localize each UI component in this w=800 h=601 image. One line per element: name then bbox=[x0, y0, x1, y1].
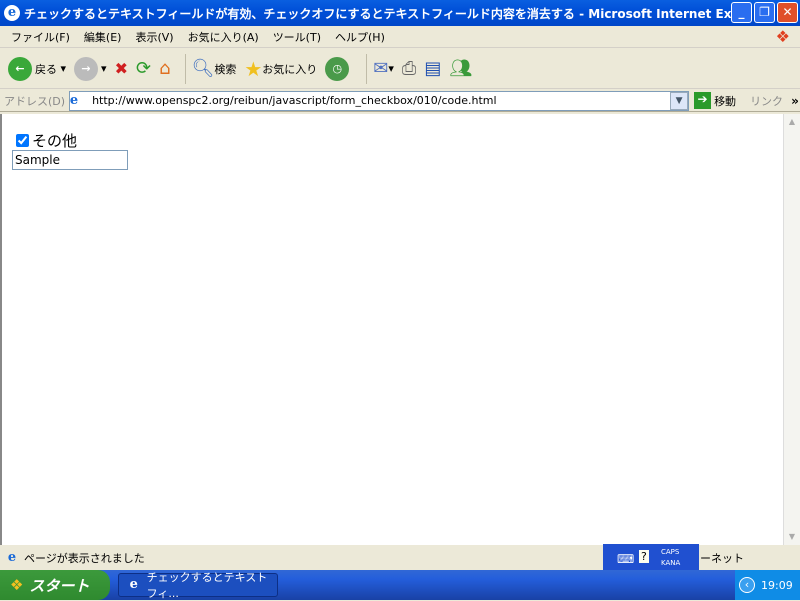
window-title: チェックするとテキストフィールドが有効、チェックオフにするとテキストフィールド内… bbox=[24, 6, 744, 21]
search-button[interactable]: 🔍︎ 検索 bbox=[192, 58, 237, 79]
menu-tools[interactable]: ツール(T) bbox=[273, 29, 321, 45]
forward-button[interactable]: → ▾ bbox=[74, 56, 107, 81]
separator bbox=[366, 53, 368, 84]
print-button[interactable]: ⎙ bbox=[402, 58, 416, 79]
other-text-field[interactable] bbox=[12, 150, 128, 170]
start-label: スタート bbox=[29, 576, 90, 595]
back-button[interactable]: ← 戻る ▾ bbox=[8, 56, 66, 81]
stop-icon: ✖ bbox=[114, 59, 128, 78]
ime-toolbar[interactable]: ⌨ ? CAPS KANA bbox=[603, 544, 699, 572]
scroll-up-icon[interactable]: ▲ bbox=[784, 114, 800, 130]
back-label: 戻る bbox=[35, 62, 57, 76]
address-input[interactable] bbox=[69, 90, 690, 111]
stop-button[interactable]: ✖ bbox=[115, 59, 128, 78]
back-arrow-icon: ← bbox=[8, 56, 32, 81]
address-bar: アドレス(D) e ▼ ➔移動 リンク » bbox=[0, 90, 800, 112]
other-checkbox[interactable] bbox=[16, 134, 29, 147]
go-button[interactable]: ➔ 移動 bbox=[694, 92, 736, 109]
minimize-button[interactable]: _ bbox=[731, 2, 752, 23]
kana-indicator: KANA bbox=[661, 559, 681, 567]
title-bar: e チェックするとテキストフィールドが有効、チェックオフにするとテキストフィール… bbox=[0, 0, 800, 26]
messenger-button[interactable]: 👥︎ bbox=[449, 58, 472, 79]
task-label: チェックするとテキストフィ... bbox=[146, 571, 268, 600]
menu-favorites[interactable]: お気に入り(A) bbox=[188, 29, 259, 45]
chevron-right-icon[interactable]: » bbox=[791, 94, 799, 108]
zone-text: ーネット bbox=[700, 552, 744, 565]
page-status-icon: e bbox=[7, 550, 17, 565]
scroll-down-icon[interactable]: ▼ bbox=[784, 529, 800, 545]
address-dropdown-icon[interactable]: ▼ bbox=[670, 91, 689, 110]
windows-flag-icon: ❖ bbox=[10, 576, 24, 594]
restore-button[interactable]: ❐ bbox=[754, 2, 775, 23]
menu-file[interactable]: ファイル(F) bbox=[11, 29, 70, 45]
links-button[interactable]: リンク bbox=[750, 93, 783, 109]
mail-icon: ✉ bbox=[373, 58, 389, 79]
close-button[interactable]: ✕ bbox=[777, 2, 798, 23]
clock: 19:09 bbox=[761, 578, 793, 592]
menu-view[interactable]: 表示(V) bbox=[135, 29, 173, 45]
refresh-icon: ⟳ bbox=[135, 58, 152, 79]
menu-edit[interactable]: 編集(E) bbox=[84, 29, 122, 45]
favorites-label: お気に入り bbox=[262, 62, 318, 76]
taskbar-ie-window[interactable]: e チェックするとテキストフィ... bbox=[118, 571, 278, 600]
home-button[interactable]: ⌂ bbox=[159, 58, 170, 79]
menu-help[interactable]: ヘルプ(H) bbox=[335, 29, 385, 45]
caps-indicator: CAPS bbox=[661, 548, 680, 556]
address-label: アドレス(D) bbox=[4, 94, 66, 108]
go-arrow-icon: ➔ bbox=[694, 92, 712, 109]
home-icon: ⌂ bbox=[159, 58, 171, 79]
separator bbox=[184, 53, 186, 84]
page-content: その他 bbox=[0, 114, 783, 545]
menu-bar: ファイル(F) 編集(E) 表示(V) お気に入り(A) ツール(T) ヘルプ(… bbox=[0, 26, 800, 48]
system-tray: ‹ 19:09 bbox=[735, 570, 800, 600]
history-button[interactable]: ◷ bbox=[325, 56, 352, 81]
help-icon[interactable]: ? bbox=[639, 550, 649, 563]
favorites-button[interactable]: ★ お気に入り bbox=[244, 57, 317, 81]
toolbar: ← 戻る ▾ → ▾ ✖ ⟳ ⌂ 🔍︎ 検索 ★ お気に入り ◷ ✉ ▾ ⎙ ▤ 👥︎ bbox=[0, 49, 800, 89]
checkbox-label: その他 bbox=[32, 132, 78, 150]
search-label: 検索 bbox=[214, 62, 237, 76]
taskbar: ❖ スタート e チェックするとテキストフィ... ‹ 19:09 bbox=[0, 570, 800, 600]
ie-icon: e bbox=[129, 577, 138, 592]
mail-button[interactable]: ✉ ▾ bbox=[373, 58, 394, 79]
search-icon: 🔍︎ bbox=[191, 58, 215, 79]
status-text: ページが表示されました bbox=[24, 552, 145, 565]
tray-expand-icon[interactable]: ‹ bbox=[739, 577, 755, 593]
star-icon: ★ bbox=[244, 56, 263, 81]
messenger-icon: 👥︎ bbox=[449, 58, 473, 79]
go-label: 移動 bbox=[714, 94, 737, 108]
ie-icon: e bbox=[4, 5, 20, 21]
edit-button[interactable]: ▤ bbox=[424, 58, 441, 79]
windows-logo-icon: ❖ bbox=[775, 27, 790, 46]
vertical-scrollbar[interactable]: ▲ ▼ bbox=[783, 114, 800, 545]
page-icon: e bbox=[69, 93, 79, 108]
keyboard-icon[interactable]: ⌨ bbox=[617, 552, 634, 566]
forward-arrow-icon: → bbox=[74, 56, 99, 81]
history-icon: ◷ bbox=[325, 56, 350, 81]
start-button[interactable]: ❖ スタート bbox=[0, 570, 110, 600]
edit-icon: ▤ bbox=[424, 58, 442, 79]
print-icon: ⎙ bbox=[401, 58, 417, 79]
refresh-button[interactable]: ⟳ bbox=[136, 58, 151, 79]
